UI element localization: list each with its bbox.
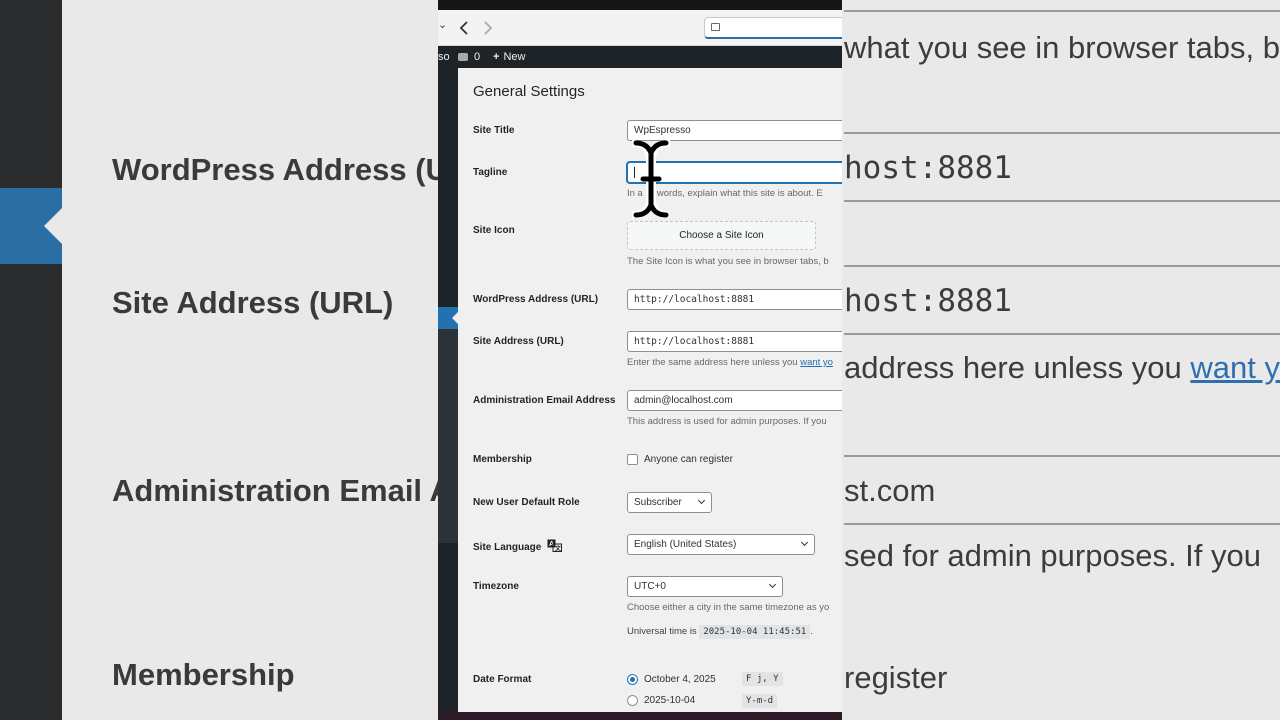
forward-arrow-icon[interactable]: [482, 20, 494, 36]
choose-site-icon-button[interactable]: Choose a Site Icon: [627, 221, 816, 250]
bg-sidebar: [0, 0, 62, 720]
page-title: General Settings: [473, 83, 585, 100]
anyone-can-register-label[interactable]: Anyone can register: [644, 454, 733, 465]
admin-email-input[interactable]: admin@localhost.com: [627, 390, 842, 411]
timezone-select[interactable]: UTC+0: [627, 576, 783, 597]
svg-text:文: 文: [554, 545, 562, 553]
date-format-option-2-label[interactable]: 2025-10-04: [644, 695, 695, 706]
admin-sidebar: [438, 68, 458, 720]
date-format-option-2-code: Y-m-d: [742, 694, 778, 708]
site-icon-label: Site Icon: [473, 225, 515, 236]
timezone-description: Choose either a city in the same timezon…: [627, 602, 830, 613]
timezone-value: UTC+0: [634, 581, 666, 592]
universal-time-suffix: .: [810, 626, 813, 637]
window-bottom-edge: [438, 712, 842, 720]
site-icon-description: The Site Icon is what you see in browser…: [627, 256, 829, 267]
site-address-desc-text: Enter the same address here unless you: [627, 357, 801, 368]
chevron-down-icon: [800, 538, 809, 547]
date-format-option-1-label[interactable]: October 4, 2025: [644, 674, 716, 685]
adminbar-comments[interactable]: 0: [458, 51, 480, 63]
wp-address-input[interactable]: http://localhost:8881: [627, 289, 842, 310]
site-address-desc-link[interactable]: want yo: [800, 357, 833, 368]
timezone-label: Timezone: [473, 581, 519, 592]
site-address-label: Site Address (URL): [473, 336, 564, 347]
bg-text-site-icon-desc: what you see in browser tabs, b: [844, 30, 1280, 65]
tagline-description: In a words, explain what this site is abo…: [627, 188, 823, 199]
universal-time: Universal time is 2025-10-04 11:45:51.: [627, 625, 813, 639]
tagline-label: Tagline: [473, 167, 508, 178]
new-label: New: [503, 51, 526, 63]
site-title-input[interactable]: WpEspresso: [627, 120, 842, 141]
wp-admin-bar: so 0 + New: [438, 46, 842, 68]
tagline-input[interactable]: [627, 162, 842, 183]
comment-icon: [458, 53, 468, 61]
plus-icon: +: [493, 51, 500, 63]
comments-count: 0: [474, 51, 481, 63]
site-title-label: Site Title: [473, 125, 515, 136]
date-format-label: Date Format: [473, 674, 532, 685]
translate-icon: A文: [547, 539, 563, 553]
membership-label: Membership: [473, 454, 532, 465]
date-format-option-1-code: F j, Y: [742, 672, 783, 686]
chevron-down-icon[interactable]: ⌄: [438, 18, 447, 31]
admin-email-label: Administration Email Address: [473, 395, 616, 406]
anyone-can-register-checkbox[interactable]: [627, 454, 638, 465]
site-address-description: Enter the same address here unless you w…: [627, 357, 833, 368]
bg-active-notch: [44, 208, 62, 244]
tagline-desc-start: In a: [627, 188, 643, 199]
bg-text-email-desc: sed for admin purposes. If you: [844, 538, 1262, 573]
chevron-down-icon: [768, 580, 777, 589]
site-language-text: Site Language: [473, 542, 542, 553]
bg-label-membership: Membership: [112, 657, 295, 692]
universal-time-value: 2025-10-04 11:45:51: [699, 625, 811, 639]
browser-toolbar: ⌄: [438, 10, 842, 46]
settings-content: General Settings Site Title WpEspresso T…: [458, 68, 842, 712]
bg-desc-link: want yo: [1190, 350, 1280, 385]
bg-text-site-url: host:8881: [844, 283, 1012, 319]
default-role-select[interactable]: Subscriber: [627, 492, 712, 513]
bg-label-wp-address: WordPress Address (U: [112, 152, 448, 187]
date-format-radio-2[interactable]: [627, 695, 638, 706]
chevron-down-icon: [697, 496, 706, 505]
submenu-area: [438, 329, 458, 543]
video-frame: WordPress Address (U Site Address (URL) …: [0, 0, 1280, 720]
default-role-value: Subscriber: [634, 497, 682, 508]
text-caret: [634, 167, 635, 178]
universal-time-label: Universal time is: [627, 626, 697, 637]
admin-email-description: This address is used for admin purposes.…: [627, 416, 827, 427]
page-icon: [711, 23, 720, 31]
adminbar-new[interactable]: + New: [493, 51, 525, 63]
date-format-radio-1[interactable]: [627, 674, 638, 685]
wp-address-label: WordPress Address (URL): [473, 294, 599, 305]
address-bar[interactable]: [704, 17, 842, 39]
adminbar-site-name[interactable]: so: [438, 51, 450, 63]
bg-text-wp-url: host:8881: [844, 150, 1012, 186]
site-language-label: Site Language A文: [473, 539, 563, 553]
bg-divider: [844, 10, 1280, 12]
bg-text-email: st.com: [844, 473, 936, 508]
browser-window: ⌄ so 0 + New General Settings Site Title …: [438, 0, 842, 720]
bg-desc-text: address here unless you: [844, 350, 1191, 385]
tagline-desc-end: words, explain what this site is about. …: [656, 188, 823, 199]
bg-label-admin-email: Administration Email A: [112, 473, 452, 508]
back-arrow-icon[interactable]: [458, 20, 470, 36]
bg-label-site-address: Site Address (URL): [112, 285, 394, 320]
browser-frame-top: [438, 0, 842, 10]
site-language-value: English (United States): [634, 539, 737, 550]
site-language-select[interactable]: English (United States): [627, 534, 815, 555]
bg-text-site-address-desc: address here unless you want yo: [844, 350, 1280, 386]
default-role-label: New User Default Role: [473, 497, 580, 508]
site-address-input[interactable]: http://localhost:8881: [627, 331, 842, 352]
bg-text-register: register: [844, 660, 948, 695]
